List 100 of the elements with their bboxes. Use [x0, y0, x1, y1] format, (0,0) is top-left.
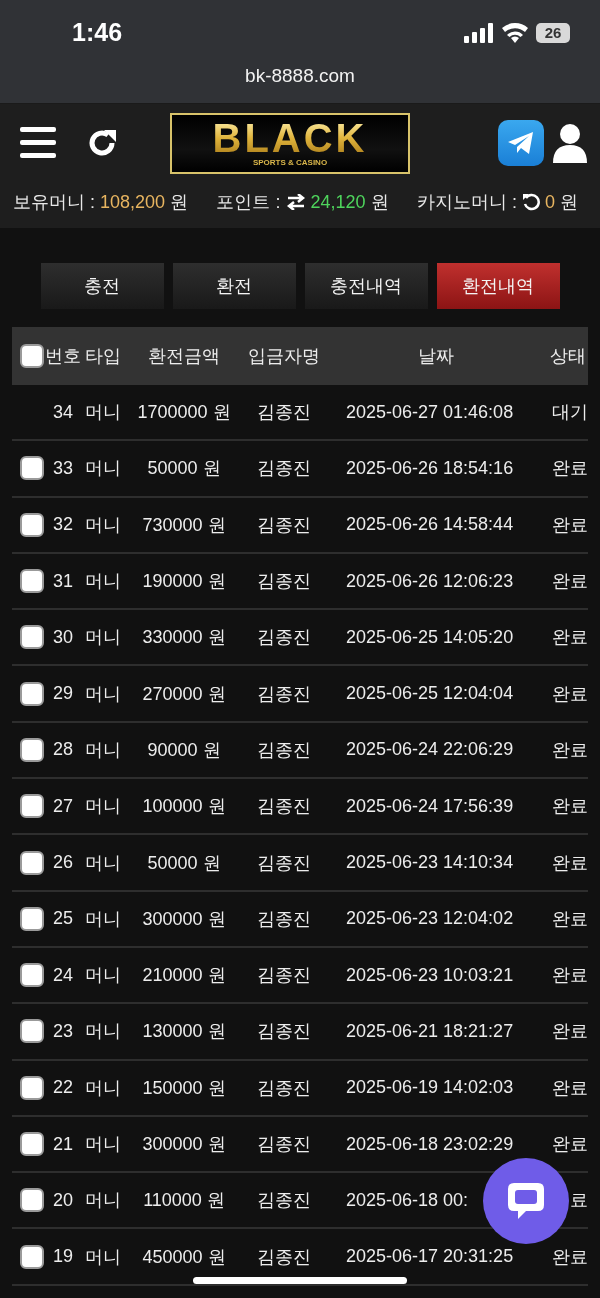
- table-cell-text: 머니: [84, 907, 122, 931]
- table-cell-text: 330000 원: [141, 626, 227, 650]
- table-cell-text: 완료: [551, 682, 588, 706]
- table-cell-text: 머니: [84, 795, 122, 819]
- table-cell-text: 2025-06-25 12:04:04: [345, 683, 515, 705]
- table-cell-text: 2025-06-26 18:54:16: [345, 457, 515, 479]
- balance-value: 24,120: [310, 191, 366, 213]
- row-checkbox[interactable]: [20, 569, 44, 594]
- table-cell-text: 33: [52, 457, 74, 479]
- table-cell-text: 150000 원: [141, 1076, 227, 1100]
- table-cell-text: 머니: [84, 1020, 122, 1044]
- table-cell-text: 29: [52, 683, 74, 705]
- table-cell-text: 130000 원: [141, 1020, 227, 1044]
- tab[interactable]: 충전: [40, 263, 164, 309]
- table-cell-text: 김종진: [256, 964, 312, 988]
- table-cell-text: 2025-06-27 01:46:08: [345, 401, 515, 423]
- table-cell-text: 2025-06-26 14:58:44: [345, 514, 515, 536]
- telegram-button[interactable]: [498, 120, 544, 166]
- balance-label: 포인트 :: [216, 191, 281, 214]
- table-cell-text: 300000 원: [141, 907, 227, 931]
- row-checkbox[interactable]: [20, 850, 44, 875]
- wifi-icon: [502, 22, 528, 43]
- table-cell-text: 완료: [551, 513, 588, 537]
- table-cell-text: 머니: [84, 1076, 122, 1100]
- table-cell-text: 머니: [84, 1189, 122, 1213]
- table-cell-text: 1700000 원: [136, 401, 232, 425]
- menu-button[interactable]: [20, 127, 56, 159]
- table-cell-text: 730000 원: [141, 513, 227, 537]
- table-cell-text: 김종진: [256, 1020, 312, 1044]
- logo[interactable]: BLACK SPORTS & CASINO: [170, 112, 410, 174]
- table-cell-text: 완료: [551, 1020, 588, 1044]
- table-cell-text: 완료: [551, 738, 588, 762]
- row-checkbox[interactable]: [20, 1188, 44, 1213]
- row-checkbox[interactable]: [20, 963, 44, 988]
- table-cell-text: 300000 원: [141, 1133, 227, 1156]
- balance-value: 108,200: [100, 191, 166, 213]
- table-cell-text: 19: [52, 1246, 74, 1268]
- table-cell-text: 50000 원: [146, 457, 222, 481]
- currency-unit: 원: [560, 191, 578, 214]
- table-cell-text: 김종진: [256, 457, 312, 481]
- url-text[interactable]: bk-8888.com: [245, 65, 355, 87]
- select-all-checkbox[interactable]: [20, 344, 44, 368]
- table-cell-text: 50000 원: [146, 851, 222, 875]
- table-cell-text: 김종진: [256, 513, 312, 537]
- table-cell-text: 23: [52, 1020, 74, 1042]
- battery-level: 26: [536, 22, 570, 43]
- table-cell-text: 김종진: [256, 401, 312, 425]
- paper-plane-icon: [507, 131, 535, 155]
- table-cell-text: 20: [52, 1189, 74, 1211]
- table-cell-text: 완료: [551, 851, 588, 875]
- table-cell-text: 머니: [84, 570, 122, 594]
- table-cell-text: 머니: [84, 1133, 122, 1156]
- table-cell-text: 머니: [84, 738, 122, 762]
- signal-icon: [464, 22, 494, 43]
- row-checkbox[interactable]: [20, 794, 44, 819]
- balance-label: 카지노머니 :: [416, 191, 517, 214]
- column-header: 입금자명: [247, 345, 321, 368]
- table-cell-text: 2025-06-18 23:02:29: [345, 1133, 515, 1155]
- column-header: 환전금액: [147, 345, 221, 368]
- table-cell-text: 머니: [84, 964, 122, 988]
- table-cell-text: 완료: [551, 795, 588, 819]
- row-checkbox[interactable]: [20, 1019, 44, 1044]
- row-checkbox[interactable]: [20, 625, 44, 650]
- tab[interactable]: 환전: [172, 263, 296, 309]
- table-cell-text: 210000 원: [141, 964, 227, 988]
- table-cell-text: 22: [52, 1077, 74, 1099]
- tab[interactable]: 충전내역: [304, 263, 428, 309]
- logo-subtitle: SPORTS & CASINO: [252, 158, 328, 168]
- table-cell-text: 27: [52, 795, 74, 817]
- row-checkbox[interactable]: [20, 906, 44, 931]
- transfer-icon: [285, 194, 306, 210]
- table-cell-text: 2025-06-19 14:02:03: [345, 1077, 515, 1099]
- table-cell-text: 완료: [551, 570, 588, 594]
- user-icon[interactable]: [552, 123, 588, 163]
- table-cell-text: 30: [52, 626, 74, 648]
- table-cell-text: 25: [52, 908, 74, 930]
- row-checkbox[interactable]: [20, 737, 44, 762]
- tab[interactable]: 환전내역: [436, 263, 560, 309]
- table-cell-text: 2025-06-23 12:04:02: [345, 908, 515, 930]
- balance-value: 0: [544, 191, 555, 213]
- row-checkbox[interactable]: [20, 681, 44, 706]
- table-cell-text: 32: [52, 514, 74, 536]
- table-cell-text: 450000 원: [141, 1245, 227, 1269]
- row-checkbox[interactable]: [20, 456, 44, 481]
- row-checkbox[interactable]: [20, 1132, 44, 1156]
- table-cell-text: 완료: [551, 457, 588, 481]
- table-cell-text: 190000 원: [141, 570, 227, 594]
- table-cell-text: 대기: [551, 401, 588, 425]
- table-cell-text: 김종진: [256, 570, 312, 594]
- row-checkbox[interactable]: [20, 1244, 44, 1269]
- row-checkbox[interactable]: [20, 512, 44, 537]
- column-header: 타입: [84, 345, 122, 368]
- table-cell-text: 완료: [551, 1076, 588, 1100]
- table-cell-text: 2025-06-24 22:06:29: [345, 739, 515, 761]
- row-checkbox[interactable]: [20, 1075, 44, 1100]
- table-cell-text: 24: [52, 964, 74, 986]
- table-cell-text: 머니: [84, 401, 122, 425]
- table-cell-text: 머니: [84, 626, 122, 650]
- reload-icon[interactable]: [521, 193, 540, 211]
- table-cell-text: 2025-06-26 12:06:23: [345, 570, 515, 592]
